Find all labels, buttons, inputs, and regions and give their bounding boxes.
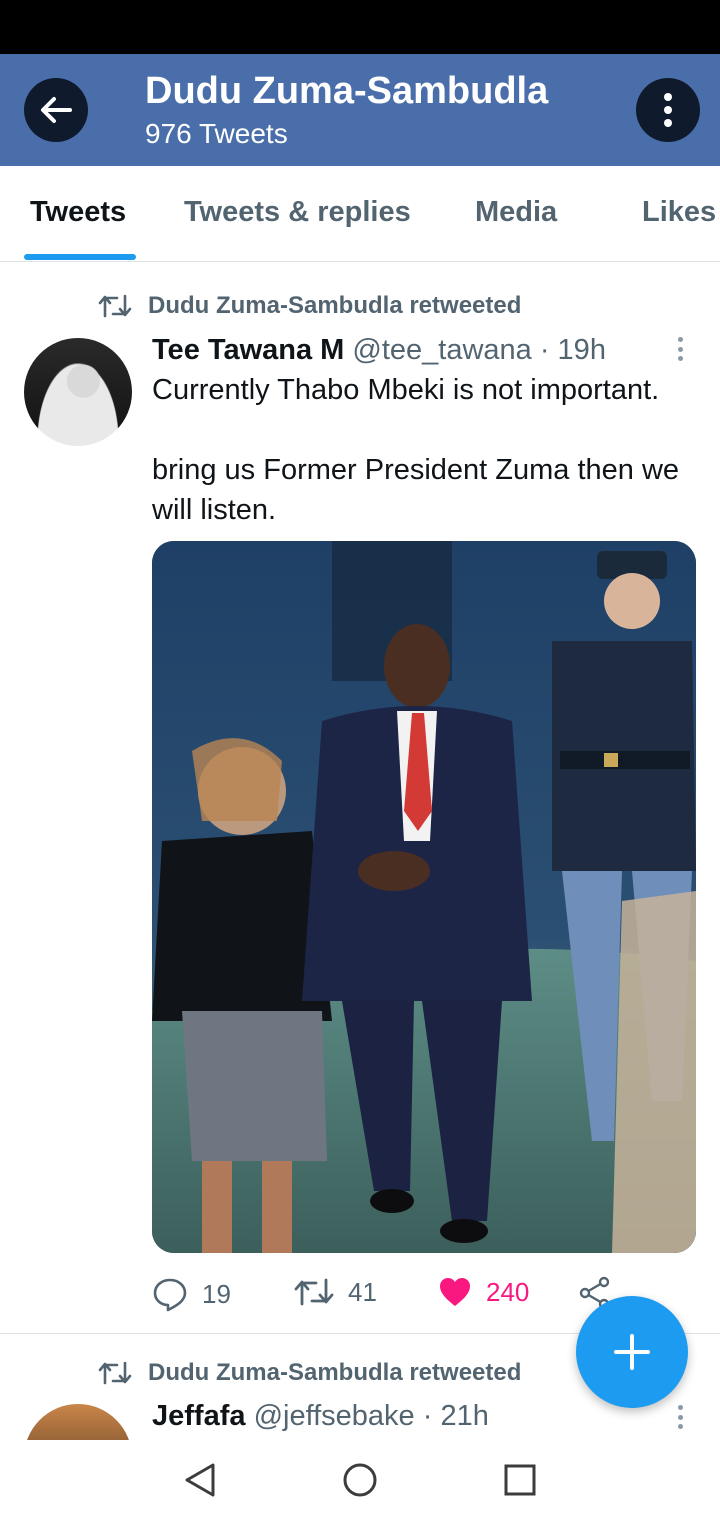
retweet-count: 41 bbox=[348, 1276, 377, 1307]
tweet-image[interactable] bbox=[152, 541, 696, 1253]
tweet-actions: 19 41 240 bbox=[152, 1276, 612, 1312]
compose-tweet-button[interactable] bbox=[576, 1296, 688, 1408]
author-name[interactable]: Tee Tawana M bbox=[152, 334, 344, 366]
like-button[interactable]: 240 bbox=[438, 1276, 529, 1308]
like-count: 240 bbox=[486, 1276, 530, 1307]
retweet-context: Dudu Zuma-Sambudla retweeted bbox=[98, 1359, 521, 1387]
heart-icon bbox=[440, 1278, 470, 1306]
tweet-text-line: Currently Thabo Mbeki is not important. bbox=[152, 374, 660, 406]
tweet-text: Currently Thabo Mbeki is not important. … bbox=[152, 370, 702, 530]
photo-illustration bbox=[152, 541, 696, 1253]
comment-icon bbox=[153, 1278, 187, 1312]
avatar[interactable] bbox=[24, 338, 132, 446]
tweet-menu-button[interactable] bbox=[668, 1402, 692, 1432]
tweet-menu-button[interactable] bbox=[668, 334, 692, 364]
author-handle[interactable]: @jeffsebake bbox=[254, 1400, 415, 1432]
retweet-button[interactable]: 41 bbox=[294, 1276, 377, 1308]
tweet-text-line: will listen. bbox=[152, 494, 277, 526]
plus-icon bbox=[614, 1334, 650, 1370]
retweet-icon bbox=[98, 294, 132, 318]
retweet-icon bbox=[294, 1278, 334, 1306]
tweet-text-line: bring us Former President Zuma then we bbox=[152, 454, 680, 486]
retweet-label: Dudu Zuma-Sambudla retweeted bbox=[148, 1359, 522, 1386]
author-name[interactable]: Jeffafa bbox=[152, 1400, 246, 1432]
tweet-time: · 19h bbox=[539, 334, 606, 366]
retweet-label: Dudu Zuma-Sambudla retweeted bbox=[148, 292, 522, 319]
reply-button[interactable]: 19 bbox=[152, 1276, 231, 1312]
triangle-back-icon bbox=[185, 1463, 215, 1497]
system-nav-bar bbox=[0, 1440, 720, 1520]
avatar[interactable] bbox=[24, 1404, 132, 1440]
nav-recents-button[interactable] bbox=[500, 1460, 540, 1500]
nav-back-button[interactable] bbox=[180, 1460, 220, 1500]
tweet-time: · 21h bbox=[422, 1400, 489, 1432]
retweet-context: Dudu Zuma-Sambudla retweeted bbox=[98, 292, 521, 320]
nav-home-button[interactable] bbox=[340, 1460, 380, 1500]
circle-home-icon bbox=[343, 1463, 377, 1497]
tweet-header: Jeffafa @jeffsebake · 21h bbox=[152, 1400, 489, 1433]
retweet-icon bbox=[98, 1361, 132, 1385]
author-handle[interactable]: @tee_tawana bbox=[352, 334, 531, 366]
reply-count: 19 bbox=[202, 1278, 231, 1309]
square-recents-icon bbox=[504, 1464, 536, 1496]
tweet[interactable]: Dudu Zuma-Sambudla retweeted Tee Tawana … bbox=[0, 0, 720, 1333]
tweet-header: Tee Tawana M @tee_tawana · 19h bbox=[152, 334, 606, 367]
